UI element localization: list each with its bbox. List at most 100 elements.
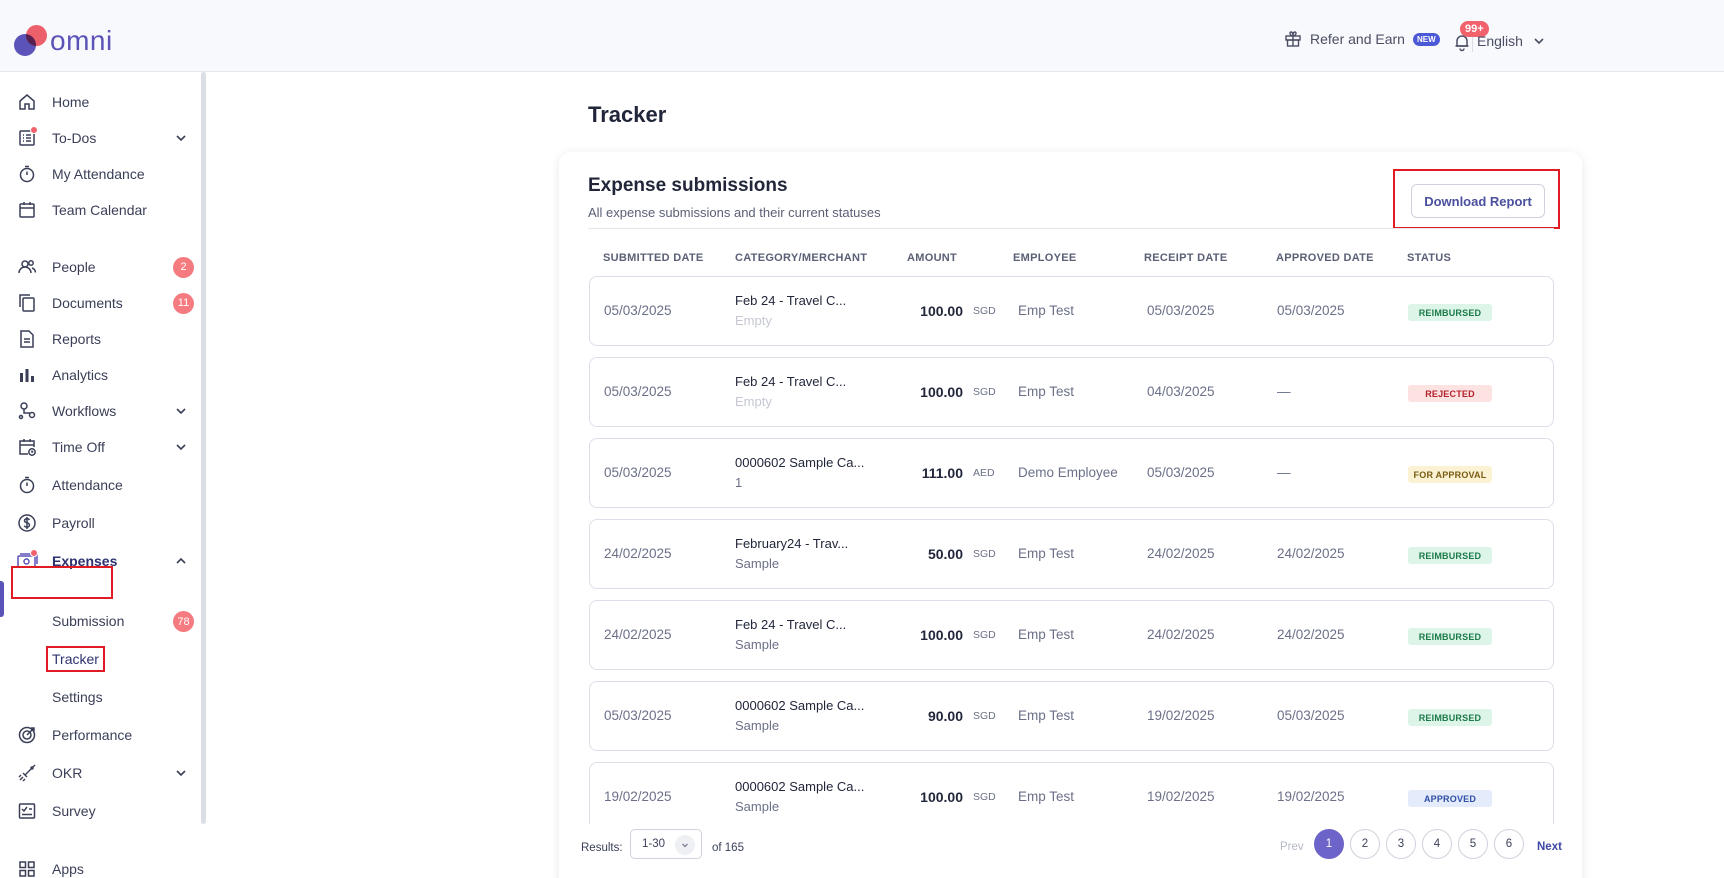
- people-icon: [16, 256, 38, 278]
- table-row[interactable]: 05/03/2025 0000602 Sample Ca... 1 111.00 AED…: [589, 438, 1554, 508]
- gift-icon: [1285, 31, 1301, 47]
- sidebar-item-reports[interactable]: Reports: [0, 321, 200, 357]
- chevron-up-icon: [176, 557, 186, 564]
- employee-name: Emp Test: [1018, 708, 1075, 723]
- receipt-date: 19/02/2025: [1147, 789, 1215, 804]
- sidebar-item-to-dos[interactable]: To-Dos: [0, 120, 200, 156]
- page-button[interactable]: 5: [1458, 829, 1488, 859]
- status-badge: REIMBURSED: [1408, 304, 1492, 321]
- approved-date: 24/02/2025: [1277, 546, 1345, 561]
- sidebar-item-apps[interactable]: Apps: [0, 851, 200, 878]
- active-indicator: [0, 581, 4, 617]
- sidebar-item-performance[interactable]: Performance: [0, 717, 200, 753]
- page-button[interactable]: 3: [1386, 829, 1416, 859]
- table-row[interactable]: 05/03/2025 0000602 Sample Ca... Sample 90.0…: [589, 681, 1554, 751]
- category-name: Feb 24 - Travel C...: [735, 293, 847, 308]
- sidebar-item-label: My Attendance: [52, 166, 145, 182]
- status-badge: FOR APPROVAL: [1408, 466, 1492, 483]
- table-row[interactable]: 24/02/2025 February24 - Trav... Sample 50.0…: [589, 519, 1554, 589]
- amount-currency: SGD: [973, 629, 996, 641]
- expenses-alert-dot: [30, 549, 38, 557]
- sidebar-item-my-attendance[interactable]: My Attendance: [0, 156, 200, 192]
- sidebar-item-label: Reports: [52, 331, 102, 347]
- sidebar-item-payroll[interactable]: Payroll: [0, 505, 200, 541]
- table-row[interactable]: 19/02/2025 0000602 Sample Ca... Sample 100.…: [589, 762, 1554, 832]
- page-button[interactable]: 6: [1494, 829, 1524, 859]
- category-name: Feb 24 - Travel C...: [735, 617, 847, 632]
- language-selector[interactable]: English: [1477, 33, 1545, 49]
- sidebar-item-label: To-Dos: [52, 130, 97, 146]
- sidebar-item-workflows[interactable]: Workflows: [0, 393, 200, 429]
- table-row[interactable]: 05/03/2025 Feb 24 - Travel C... Empty 100.0…: [589, 276, 1554, 346]
- amount-currency: AED: [973, 467, 995, 479]
- apps-grid-icon: [16, 858, 38, 878]
- sidebar-item-attendance[interactable]: Attendance: [0, 467, 200, 503]
- employee-name: Emp Test: [1018, 627, 1075, 642]
- amount-value: 100.00: [920, 303, 963, 319]
- col-header-approved-date: APPROVED DATE: [1276, 252, 1374, 264]
- page-button[interactable]: 1: [1314, 829, 1344, 859]
- sidebar-item-survey[interactable]: Survey: [0, 793, 200, 829]
- page-title: Tracker: [588, 102, 667, 127]
- tracker-highlight-box: [46, 646, 105, 672]
- amount-currency: SGD: [973, 791, 996, 803]
- col-header-category-merchant: CATEGORY/MERCHANT: [735, 252, 868, 264]
- approved-date: 19/02/2025: [1277, 789, 1345, 804]
- amount-value: 100.00: [920, 384, 963, 400]
- sidebar-subitem-submission[interactable]: Submission: [52, 613, 124, 629]
- sidebar-item-home[interactable]: Home: [0, 84, 200, 120]
- dollar-icon: [16, 512, 38, 534]
- sidebar-item-label: Attendance: [52, 477, 123, 493]
- bar-chart-icon: [16, 364, 38, 386]
- col-header-employee: EMPLOYEE: [1013, 252, 1077, 264]
- amount-currency: SGD: [973, 710, 996, 722]
- merchant-name: Empty: [735, 313, 772, 328]
- table-row[interactable]: 05/03/2025 Feb 24 - Travel C... Empty 100.0…: [589, 357, 1554, 427]
- card-divider: [588, 228, 1554, 229]
- employee-name: Emp Test: [1018, 303, 1075, 318]
- sidebar-item-label: Apps: [52, 861, 84, 877]
- sidebar-item-time-off[interactable]: Time Off: [0, 429, 200, 465]
- calendar-icon: [16, 199, 38, 221]
- refer-and-earn-link[interactable]: Refer and Earn NEW: [1284, 30, 1440, 48]
- sidebar-item-team-calendar[interactable]: Team Calendar: [0, 192, 200, 228]
- chevron-down-icon: [675, 835, 695, 855]
- category-name: 0000602 Sample Ca...: [735, 698, 865, 713]
- amount-value: 100.00: [920, 789, 963, 805]
- todo-alert-dot: [30, 126, 38, 134]
- sidebar-item-documents[interactable]: Documents 11: [0, 285, 200, 321]
- chevron-down-icon: [176, 135, 186, 142]
- sidebar-scrollbar[interactable]: [201, 72, 206, 824]
- submitted-date: 05/03/2025: [604, 384, 672, 399]
- prev-page-button[interactable]: Prev: [1280, 841, 1304, 853]
- results-range-value: 1-30: [642, 838, 666, 850]
- approved-date: 24/02/2025: [1277, 627, 1345, 642]
- page-button[interactable]: 2: [1350, 829, 1380, 859]
- stopwatch-icon: [16, 163, 38, 185]
- sidebar-item-people[interactable]: People 2: [0, 249, 200, 285]
- people-count-badge: 2: [173, 256, 194, 278]
- sidebar-item-okr[interactable]: OKR: [0, 755, 200, 791]
- results-range-select[interactable]: 1-30: [630, 829, 702, 859]
- amount-currency: SGD: [973, 548, 996, 560]
- employee-name: Demo Employee: [1018, 465, 1118, 480]
- category-name: February24 - Trav...: [735, 536, 849, 551]
- next-page-button[interactable]: Next: [1537, 841, 1562, 853]
- download-highlight-box: [1393, 169, 1560, 229]
- sidebar-item-label: Analytics: [52, 367, 109, 383]
- rocket-icon: [16, 762, 38, 784]
- page-button[interactable]: 4: [1422, 829, 1452, 859]
- sidebar-item-label: OKR: [52, 765, 83, 781]
- table-row[interactable]: 24/02/2025 Feb 24 - Travel C... Sample 100.…: [589, 600, 1554, 670]
- omni-logo[interactable]: omni: [14, 22, 154, 58]
- sidebar-item-analytics[interactable]: Analytics: [0, 357, 200, 393]
- status-badge: REIMBURSED: [1408, 628, 1492, 645]
- stopwatch-icon: [16, 474, 38, 496]
- sidebar: Home To-Dos My Attendance Team Calendar …: [0, 72, 206, 878]
- receipt-date: 05/03/2025: [1147, 465, 1215, 480]
- results-label: Results:: [581, 842, 623, 854]
- receipt-date: 24/02/2025: [1147, 627, 1215, 642]
- home-icon: [16, 91, 38, 113]
- sidebar-subitem-settings[interactable]: Settings: [52, 689, 103, 705]
- col-header-amount: AMOUNT: [907, 252, 958, 264]
